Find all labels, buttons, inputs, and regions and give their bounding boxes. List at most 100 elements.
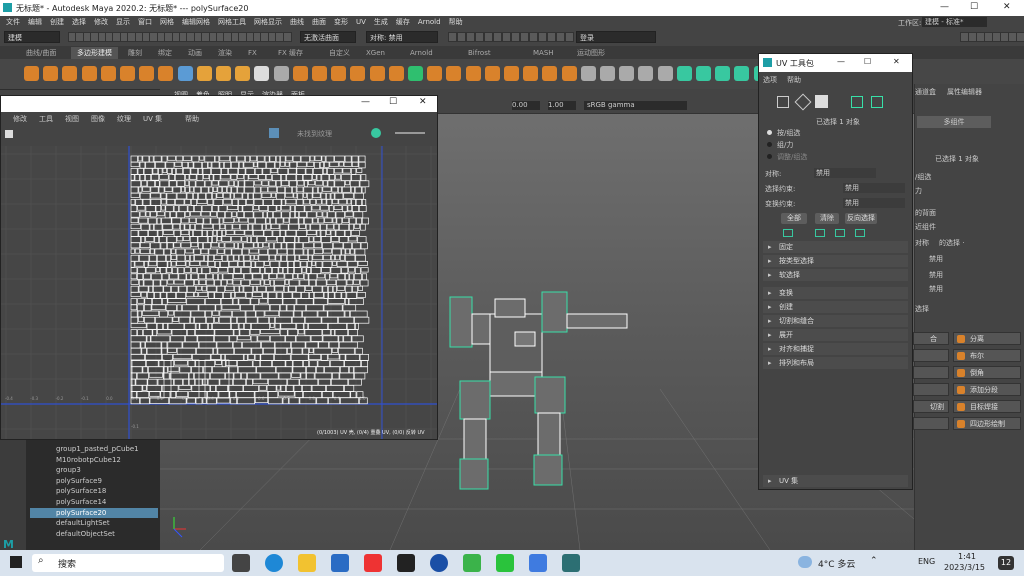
maya-task-icon[interactable] <box>562 554 580 572</box>
uvkit-field-dropdown[interactable]: 禁用 <box>843 198 905 208</box>
app-red-icon[interactable] <box>364 554 382 572</box>
robot-model[interactable] <box>449 291 628 490</box>
menu-item[interactable]: 网格 <box>156 16 178 29</box>
shelf-tool-icon[interactable] <box>523 66 539 81</box>
shelf-tab[interactable]: 动画 <box>182 47 208 59</box>
status-tool-icon[interactable] <box>448 32 457 42</box>
radio-button[interactable] <box>767 142 772 147</box>
document-icon[interactable] <box>529 554 547 572</box>
close-icon[interactable]: ✕ <box>1003 2 1011 12</box>
face-mode-icon[interactable] <box>815 95 828 108</box>
status-tool-icon[interactable] <box>466 32 475 42</box>
shelf-tab[interactable]: XGen <box>360 47 391 59</box>
uv-menu-item[interactable]: 工具 <box>39 114 53 124</box>
shelf-tool-icon[interactable] <box>504 66 519 81</box>
grow-shrink-icon[interactable] <box>815 229 825 237</box>
radio-button[interactable] <box>767 154 772 159</box>
shelf-tool-icon[interactable] <box>446 66 462 81</box>
shelf-tab[interactable]: 自定义 <box>323 47 356 59</box>
uvkit-section[interactable]: 固定 <box>763 241 908 253</box>
shelf-tool-icon[interactable] <box>273 66 289 81</box>
mesh-tool-button-left[interactable] <box>913 366 949 379</box>
uvshell-mode-icon[interactable] <box>871 96 883 108</box>
menu-item[interactable]: 创建 <box>46 16 68 29</box>
shelf-tool-icon[interactable] <box>139 66 155 81</box>
mesh-tool-button-left[interactable] <box>913 383 949 396</box>
uv-canvas[interactable]: -0.4 -0.3 -0.2 -0.1 0.0 0.1 0.2 0.3 0.4 0.5 0.6 0.7… <box>1 146 437 439</box>
uv-minimize-icon[interactable]: — <box>361 97 370 107</box>
minimize-icon[interactable]: — <box>940 2 949 12</box>
mail-icon[interactable] <box>331 554 349 572</box>
status-tool-icon[interactable] <box>556 32 565 42</box>
menu-item[interactable]: 编辑网格 <box>178 16 214 29</box>
uvkit-select-button[interactable]: 清除 <box>815 213 839 224</box>
shelf-tool-icon[interactable] <box>657 66 673 81</box>
outliner-item[interactable]: polySurface14 <box>30 497 158 507</box>
steam-icon[interactable] <box>397 554 415 572</box>
uv-maximize-icon[interactable]: ☐ <box>389 97 397 107</box>
uvkit-section[interactable]: 创建 <box>763 301 908 313</box>
outliner-item[interactable]: polySurface20 <box>30 507 158 518</box>
uvset-section[interactable]: UV 集 <box>763 475 908 487</box>
shelf-tool-icon[interactable] <box>696 66 711 81</box>
uv-mode-icon[interactable] <box>851 96 863 108</box>
uvkit-maximize-icon[interactable]: ☐ <box>864 57 871 66</box>
task-view-icon[interactable] <box>232 554 250 572</box>
shelf-tool-icon[interactable] <box>388 66 404 81</box>
uvkit-close-icon[interactable]: ✕ <box>893 57 900 66</box>
menu-item[interactable]: 曲线 <box>286 16 308 29</box>
menu-item[interactable]: UV <box>352 16 370 29</box>
shelf-tool-icon[interactable] <box>484 66 500 81</box>
shelf-tool-icon[interactable] <box>369 66 385 81</box>
uvkit-section[interactable]: 软选择 <box>763 269 908 281</box>
shelf-tool-icon[interactable] <box>561 66 577 81</box>
uvkit-section[interactable]: 排列和布局 <box>763 357 908 369</box>
uv-menu-item[interactable]: 纹理 <box>117 114 131 124</box>
shelf-tab[interactable]: 渲染 <box>212 47 238 59</box>
uvkit-select-button[interactable]: 反向选择 <box>845 213 877 224</box>
uvkit-field-dropdown[interactable]: 禁用 <box>843 183 905 193</box>
shelf-tool-icon[interactable] <box>254 66 270 81</box>
shelf-tool-icon[interactable] <box>600 66 615 81</box>
opacity-slider[interactable] <box>395 132 425 134</box>
shelf-tab[interactable]: MASH <box>527 47 560 59</box>
shelf-tool-icon[interactable] <box>331 66 347 81</box>
shelf-tool-icon[interactable] <box>734 66 750 81</box>
status-tool-icon[interactable] <box>484 32 493 42</box>
mesh-tool-button-left[interactable]: 合 <box>913 332 949 345</box>
vertex-mode-icon[interactable] <box>777 96 789 108</box>
menu-item[interactable]: 修改 <box>90 16 112 29</box>
language-indicator[interactable]: ENG <box>918 557 935 566</box>
gamma-field[interactable]: 1.00 <box>548 101 576 110</box>
shelf-tool-icon[interactable] <box>715 66 731 81</box>
tab-channel-box[interactable]: 通道盒 <box>915 87 936 97</box>
shelf-tool-icon[interactable] <box>542 66 558 81</box>
uvkit-section[interactable]: 按类型选择 <box>763 255 908 267</box>
shelf-tool-icon[interactable] <box>619 66 635 81</box>
shelf-tool-icon[interactable] <box>676 66 692 81</box>
multi-component-button[interactable]: 多组件 <box>917 116 991 128</box>
shelf-tab[interactable]: 绑定 <box>152 47 178 59</box>
menu-item[interactable]: 变形 <box>330 16 352 29</box>
shelf-tool-icon[interactable] <box>81 66 97 81</box>
shelf-tool-icon[interactable] <box>235 66 251 81</box>
colorspace-dropdown[interactable]: sRGB gamma <box>584 101 687 110</box>
shelf-tool-icon[interactable] <box>196 66 212 81</box>
workspace-dropdown[interactable]: 建模 - 标准* <box>922 17 987 27</box>
uvkit-section[interactable]: 对齐和捕捉 <box>763 343 908 355</box>
menu-item[interactable]: 生成 <box>370 16 392 29</box>
symmetry-dropdown[interactable]: 对称: 禁用 <box>366 31 438 43</box>
menu-item[interactable]: 窗口 <box>134 16 156 29</box>
shelf-tab[interactable]: 曲线/曲面 <box>20 47 62 59</box>
radio-button[interactable] <box>767 130 772 135</box>
shelf-tool-icon[interactable] <box>120 66 135 81</box>
grow-shrink-icon[interactable] <box>855 229 865 237</box>
exposure-field[interactable]: 0.00 <box>512 101 540 110</box>
menu-item[interactable]: 网格显示 <box>250 16 286 29</box>
maximize-icon[interactable]: ☐ <box>970 2 978 12</box>
shelf-tab[interactable]: Arnold <box>404 47 439 59</box>
refresh-icon[interactable] <box>371 128 381 138</box>
status-tool-icon[interactable] <box>538 32 547 42</box>
shelf-tab[interactable]: FX 缓存 <box>272 47 309 59</box>
shelf-tool-icon[interactable] <box>177 66 193 81</box>
